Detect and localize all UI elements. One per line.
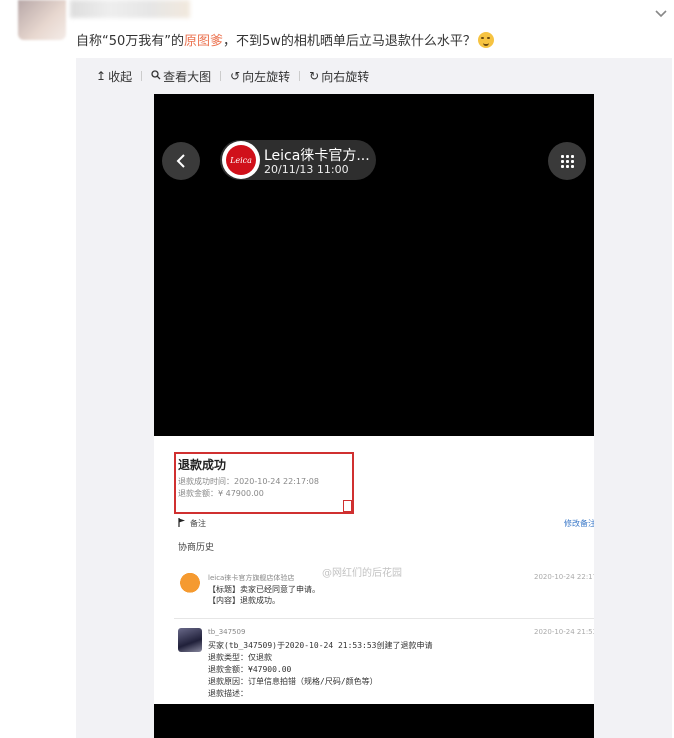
doge-face-icon [477, 32, 494, 48]
message-date: 2020-10-24 21:53:53 [534, 628, 594, 636]
message-line: 退款类型：仅退款 [208, 653, 272, 662]
view-large-label: 查看大图 [163, 69, 212, 84]
post-image[interactable]: Leica Leica徕卡官方... 20/11/13 11:00 退款成功 退… [154, 94, 594, 738]
leica-logo: Leica [222, 141, 260, 179]
chevron-down-icon[interactable] [654, 6, 668, 20]
message-line: 【内容】退款成功。 [208, 596, 280, 605]
refund-amount: 退款金额：¥ 47900.00 [178, 489, 264, 498]
refund-document: 退款成功 退款成功时间：2020-10-24 22:17:08 退款金额：¥ 4… [154, 436, 594, 704]
chevron-left-icon [176, 154, 185, 168]
highlight-mark [343, 500, 352, 512]
post-text: 自称“50万我有”的原图爹，不到5w的相机晒单后立马退款什么水平？ [76, 30, 494, 49]
toolbar-divider [220, 71, 222, 81]
message-date: 2020-10-24 22:17:08 [534, 573, 594, 581]
leica-logo-mark: Leica [226, 145, 256, 175]
toolbar-divider [299, 71, 301, 81]
history-title: 协商历史 [178, 543, 215, 553]
divider [174, 618, 594, 619]
toolbar-divider [141, 71, 143, 81]
image-bottom-bar [154, 704, 594, 738]
flag-icon [178, 518, 185, 527]
collapse-button[interactable]: ↥ 收起 [96, 68, 132, 85]
post-text-before: 自称“50万我有”的 [76, 34, 185, 49]
collapse-icon: ↥ [96, 69, 107, 83]
topic-link[interactable]: 原图爹 [184, 34, 223, 49]
back-button [162, 142, 200, 180]
grid-menu-icon [548, 142, 586, 180]
rotate-left-label: 向左旋转 [242, 69, 291, 84]
refund-time: 退款成功时间：2020-10-24 22:17:08 [178, 477, 319, 486]
shop-name: Leica徕卡官方... [264, 148, 370, 164]
magnifier-icon [151, 69, 161, 83]
collapse-label: 收起 [108, 69, 133, 84]
rotate-right-label: 向右旋转 [321, 69, 370, 84]
image-toolbar: ↥ 收起 查看大图 ↺ 向左旋转 ↻ 向右旋转 [96, 68, 369, 84]
rotate-right-button[interactable]: ↻ 向右旋转 [309, 68, 369, 85]
shop-time: 20/11/13 11:00 [264, 163, 349, 176]
weibo-watermark: @网红们的后花园 [322, 568, 402, 579]
message-avatar [178, 572, 202, 596]
view-large-button[interactable]: 查看大图 [151, 68, 211, 85]
user-avatar[interactable] [18, 0, 66, 40]
post-text-after: ，不到5w的相机晒单后立马退款什么水平？ [223, 34, 476, 49]
rotate-left-icon: ↺ [230, 69, 241, 83]
message-line: 退款描述： [208, 689, 248, 698]
message-line: 退款原因：订单信息拍错（规格/尺码/颜色等） [208, 677, 378, 686]
refund-title: 退款成功 [178, 458, 227, 472]
rotate-right-icon: ↻ [309, 69, 320, 83]
edit-note-link: 修改备注 [564, 519, 594, 528]
message-line: 买家(tb_347509)于2020-10-24 21:53:53创建了退款申请 [208, 641, 433, 650]
message-line: 退款金额：¥47900.00 [208, 665, 292, 674]
message-line: 【标题】卖家已经同意了申请。 [208, 585, 320, 594]
message-sender: leica徕卡官方旗舰店体验店 [208, 574, 295, 582]
rotate-left-button[interactable]: ↺ 向左旋转 [230, 68, 290, 85]
note-row: 备注 [178, 518, 206, 529]
username-blurred[interactable] [70, 0, 190, 18]
message-avatar [178, 628, 202, 652]
message-sender: tb_347509 [208, 628, 246, 636]
note-label: 备注 [190, 519, 206, 528]
